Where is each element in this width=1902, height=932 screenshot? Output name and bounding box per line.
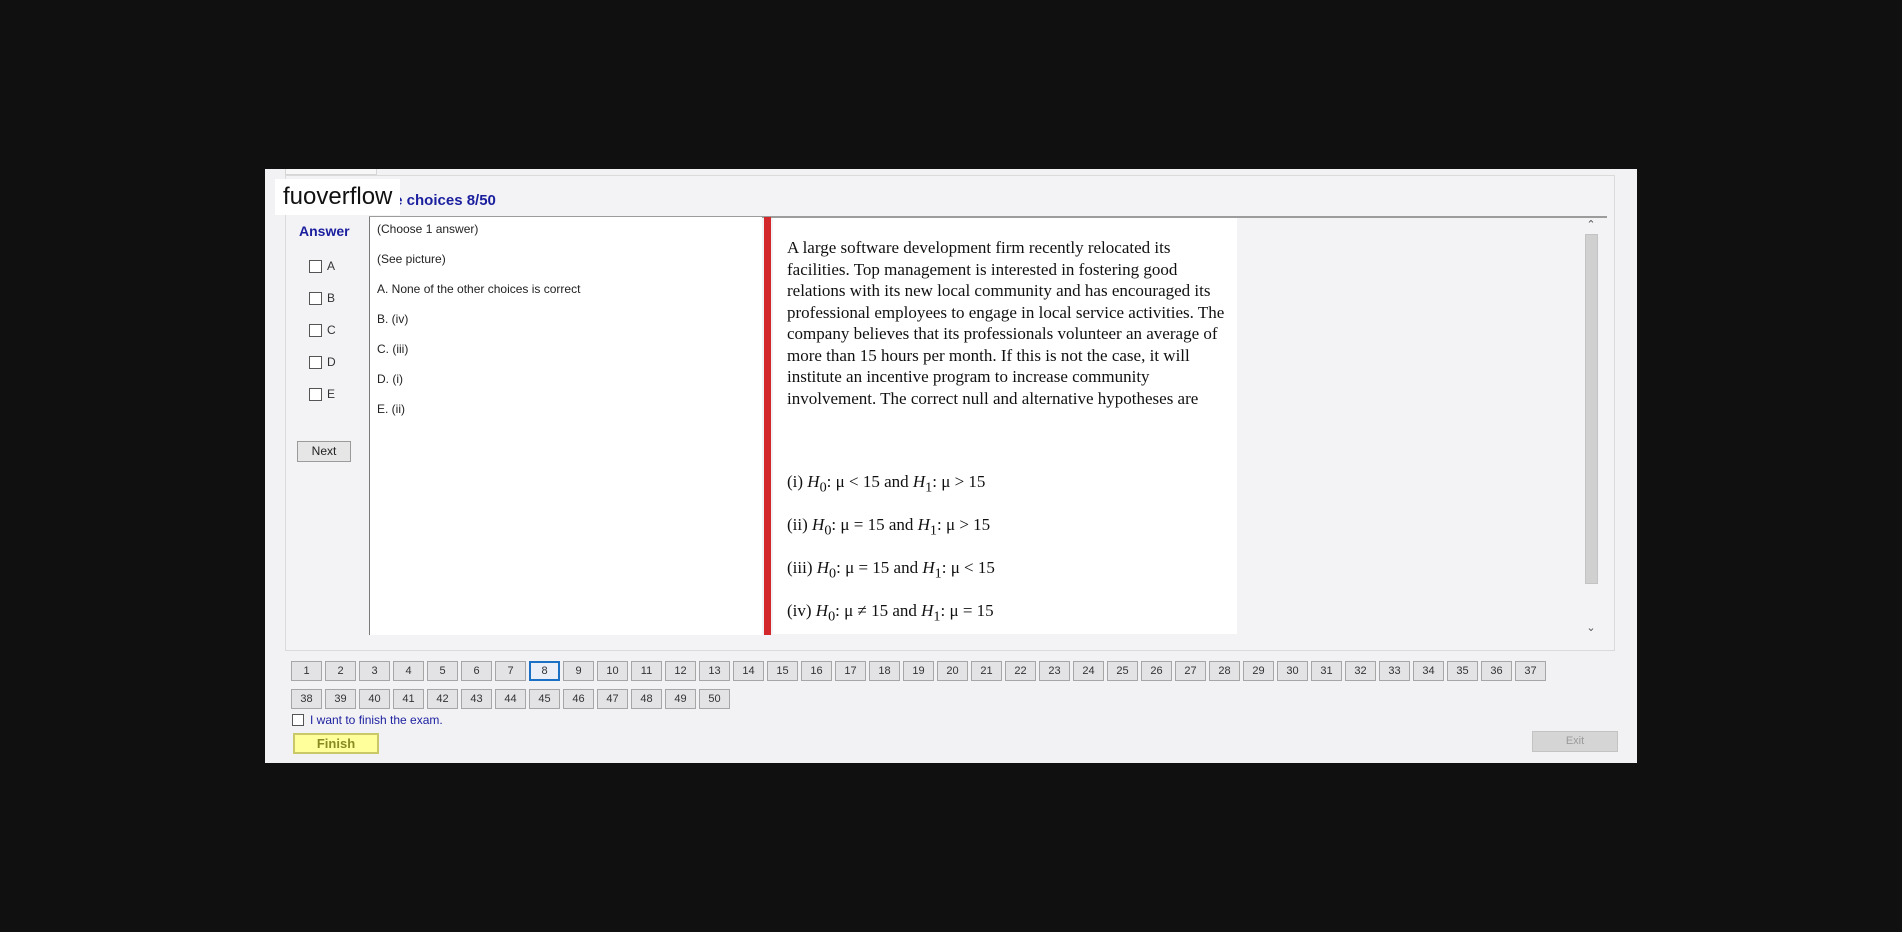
question-nav-button-14[interactable]: 14 [733,661,764,681]
question-nav-button-37[interactable]: 37 [1515,661,1546,681]
finish-check-label: I want to finish the exam. [310,713,443,727]
question-nav-button-13[interactable]: 13 [699,661,730,681]
question-nav-button-29[interactable]: 29 [1243,661,1274,681]
exit-button[interactable]: Exit [1532,731,1618,752]
answer-column: Answer A B C D E [299,223,369,410]
choice-line: D. (i) [377,372,403,386]
question-nav-button-19[interactable]: 19 [903,661,934,681]
question-nav-button-46[interactable]: 46 [563,689,594,709]
question-nav-button-3[interactable]: 3 [359,661,390,681]
answer-option-d[interactable]: D [299,346,369,378]
question-nav-button-26[interactable]: 26 [1141,661,1172,681]
checkbox-d[interactable] [309,355,322,369]
question-nav-button-11[interactable]: 11 [631,661,662,681]
watermark-label: fuoverflow [275,179,401,215]
question-nav-button-12[interactable]: 12 [665,661,696,681]
hypothesis-iv: (iv) H0: μ ≠ 15 and H1: μ = 15 [787,601,994,625]
question-nav-button-22[interactable]: 22 [1005,661,1036,681]
question-nav-button-41[interactable]: 41 [393,689,424,709]
question-nav-button-48[interactable]: 48 [631,689,662,709]
option-label: C [327,323,336,337]
question-nav-button-50[interactable]: 50 [699,689,730,709]
answer-option-c[interactable]: C [299,314,369,346]
option-label: B [327,291,336,305]
question-nav-button-20[interactable]: 20 [937,661,968,681]
question-nav-button-18[interactable]: 18 [869,661,900,681]
question-nav-button-28[interactable]: 28 [1209,661,1240,681]
exam-window: fuoverflow le choices 8/50 Answer A B C … [265,169,1637,763]
scroll-down-icon[interactable]: ⌄ [1584,621,1598,635]
vertical-scrollbar[interactable]: ⌃ ⌄ [1584,218,1598,635]
question-nav-button-21[interactable]: 21 [971,661,1002,681]
hypothesis-i: (i) H0: μ < 15 and H1: μ > 15 [787,472,986,496]
question-nav-button-9[interactable]: 9 [563,661,594,681]
question-picture: A large software development firm recent… [773,218,1237,634]
finish-checkbox[interactable] [292,714,304,726]
question-nav-button-23[interactable]: 23 [1039,661,1070,681]
question-nav-button-2[interactable]: 2 [325,661,356,681]
question-nav-button-17[interactable]: 17 [835,661,866,681]
answer-option-b[interactable]: B [299,282,369,314]
question-nav-button-24[interactable]: 24 [1073,661,1104,681]
question-nav-button-33[interactable]: 33 [1379,661,1410,681]
hypothesis-ii: (ii) H0: μ = 15 and H1: μ > 15 [787,515,991,539]
question-nav-button-39[interactable]: 39 [325,689,356,709]
question-nav-button-1[interactable]: 1 [291,661,322,681]
question-nav-button-32[interactable]: 32 [1345,661,1376,681]
option-label: D [327,355,336,369]
choice-line: (See picture) [377,252,446,266]
question-nav-button-25[interactable]: 25 [1107,661,1138,681]
question-nav-button-49[interactable]: 49 [665,689,696,709]
checkbox-a[interactable] [309,259,322,273]
scroll-up-icon[interactable]: ⌃ [1584,218,1598,232]
question-nav-button-43[interactable]: 43 [461,689,492,709]
option-label: A [327,259,336,273]
scroll-thumb[interactable] [1585,234,1598,584]
question-nav-button-35[interactable]: 35 [1447,661,1478,681]
question-nav-button-15[interactable]: 15 [767,661,798,681]
question-text: A large software development firm recent… [787,238,1225,408]
panel-splitter[interactable] [764,217,771,635]
finish-button[interactable]: Finish [293,733,379,754]
choice-line: A. None of the other choices is correct [377,282,581,296]
question-nav-button-34[interactable]: 34 [1413,661,1444,681]
next-button[interactable]: Next [297,441,351,462]
checkbox-b[interactable] [309,291,322,305]
finish-exam-checkbox[interactable]: I want to finish the exam. [292,713,443,727]
question-nav-button-4[interactable]: 4 [393,661,424,681]
question-nav-button-47[interactable]: 47 [597,689,628,709]
question-nav-button-27[interactable]: 27 [1175,661,1206,681]
checkbox-e[interactable] [309,387,322,401]
question-nav-button-6[interactable]: 6 [461,661,492,681]
question-nav-row-1: 1 2 3 4 5 6 7 8 9 10 11 12 13 14 15 16 17 18 19 20 21 22 23 24 2… [291,661,1546,681]
question-nav-button-42[interactable]: 42 [427,689,458,709]
option-label: E [327,387,336,401]
choices-panel: (Choose 1 answer) (See picture) A. None … [369,217,762,635]
choice-line: (Choose 1 answer) [377,222,479,236]
answer-label: Answer [299,223,350,239]
question-nav-button-31[interactable]: 31 [1311,661,1342,681]
choice-line: B. (iv) [377,312,409,326]
checkbox-c[interactable] [309,323,322,337]
question-nav-button-44[interactable]: 44 [495,689,526,709]
question-nav-button-30[interactable]: 30 [1277,661,1308,681]
question-nav-button-16[interactable]: 16 [801,661,832,681]
hypothesis-iii: (iii) H0: μ = 15 and H1: μ < 15 [787,558,995,582]
question-nav-button-38[interactable]: 38 [291,689,322,709]
answer-option-e[interactable]: E [299,378,369,410]
choice-line: E. (ii) [377,402,405,416]
question-nav-button-8[interactable]: 8 [529,661,560,681]
question-nav-button-36[interactable]: 36 [1481,661,1512,681]
choice-line: C. (iii) [377,342,409,356]
question-nav-button-45[interactable]: 45 [529,689,560,709]
question-nav-button-10[interactable]: 10 [597,661,628,681]
question-nav-button-40[interactable]: 40 [359,689,390,709]
question-nav-row-2: 38 39 40 41 42 43 44 45 46 47 48 49 50 [291,689,730,709]
question-nav-button-7[interactable]: 7 [495,661,526,681]
answer-option-a[interactable]: A [299,250,369,282]
question-nav-button-5[interactable]: 5 [427,661,458,681]
section-title: le choices 8/50 [390,192,496,209]
